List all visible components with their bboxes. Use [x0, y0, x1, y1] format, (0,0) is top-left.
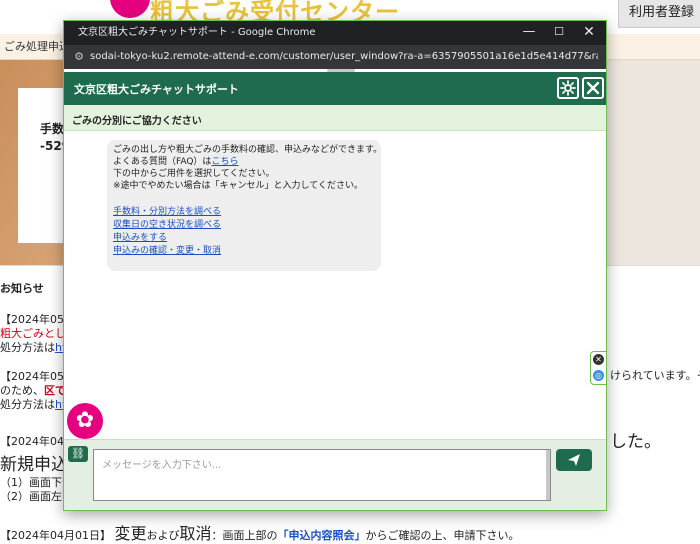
close-icon — [586, 81, 600, 95]
address-url[interactable]: sodai-tokyo-ku2.remote-attend-e.com/cust… — [90, 50, 598, 64]
hero-fee-label: 手数 — [40, 122, 65, 136]
bot-message-line: ※途中でやめたい場合は「キャンセル」と入力してください。 — [113, 181, 364, 191]
chat-title: 文京区粗大ごみチャットサポート — [74, 83, 239, 96]
chat-input-area: ⛓ — [64, 439, 606, 510]
inquiry-link[interactable]: 「申込内容照会」 — [278, 529, 366, 542]
window-close-button[interactable]: ✕ — [574, 21, 604, 45]
bot-message-line: ごみの出し方や粗大ごみの手数料の確認、申込みなどができます。 — [113, 145, 383, 155]
site-info-icon[interactable]: ⚙ — [72, 50, 86, 64]
menu-option-apply[interactable]: 申込みをする — [113, 232, 375, 245]
user-registration-button[interactable]: 利用者登録 — [618, 0, 700, 28]
input-scrollbar[interactable] — [546, 450, 550, 500]
floating-side-tab: ✕ ◎ — [590, 351, 607, 385]
news-line-update: 【2024年04月01日】 変更および取消：画面上部の「申込内容照会」からご確認… — [0, 524, 520, 543]
bot-message-line: よくある質問（FAQ）はこちら — [113, 157, 239, 167]
site-logo-icon — [110, 0, 150, 18]
chat-subtitle: ごみの分別にご協力ください — [72, 116, 202, 127]
flower-icon: ✿ — [75, 408, 95, 433]
hero-photo — [605, 60, 700, 265]
window-titlebar: 文京区粗大ごみチャットサポート - Google Chrome — ☐ ✕ — [64, 21, 606, 45]
send-button[interactable] — [556, 449, 592, 471]
window-title: 文京区粗大ごみチャットサポート - Google Chrome — [78, 27, 316, 38]
bot-message-line: 下の中からご用件を選択してください。 — [113, 169, 275, 179]
chat-message-area: ごみの出し方や粗大ごみの手数料の確認、申込みなどができます。 よくある質問（FA… — [64, 131, 606, 439]
bot-avatar: ✿ — [67, 403, 103, 439]
menu-option-collection-availability[interactable]: 収集日の空き状況を調べる — [113, 219, 375, 232]
attach-button[interactable]: ⛓ — [68, 446, 88, 462]
chat-popup-window: 文京区粗大ごみチャットサポート - Google Chrome — ☐ ✕ ⚙ … — [63, 20, 607, 511]
news-line: 新規申込 — [0, 455, 68, 475]
chat-subheader: ごみの分別にご協力ください — [64, 105, 606, 131]
side-close-icon[interactable]: ✕ — [593, 354, 604, 365]
news-line-fragment: した。 — [610, 432, 661, 452]
gear-icon — [560, 80, 576, 96]
send-icon — [568, 454, 580, 466]
link-icon: ⛓ — [71, 447, 85, 460]
news-line: 処分方法はhtt — [0, 396, 71, 412]
message-input[interactable] — [93, 449, 551, 501]
settings-button[interactable] — [557, 77, 579, 99]
news-line-fragment: けられています。そ — [610, 369, 700, 382]
news-line: 処分方法はhtt — [0, 339, 71, 355]
news-line: （2）画面左 — [0, 490, 62, 503]
news-heading: お知らせ — [0, 282, 44, 295]
chat-close-button[interactable] — [582, 77, 604, 99]
side-chat-icon[interactable]: ◎ — [593, 370, 604, 381]
window-maximize-button[interactable]: ☐ — [544, 21, 574, 45]
menu-option-fee-lookup[interactable]: 手数料・分別方法を調べる — [113, 206, 375, 219]
address-bar[interactable]: ⚙ sodai-tokyo-ku2.remote-attend-e.com/cu… — [64, 45, 606, 69]
chat-header: 文京区粗大ごみチャットサポート — [64, 72, 606, 105]
bot-message-bubble: ごみの出し方や粗大ごみの手数料の確認、申込みなどができます。 よくある質問（FA… — [107, 140, 383, 271]
menu-option-confirm-change-cancel[interactable]: 申込みの確認・変更・取消 — [113, 245, 375, 258]
faq-link[interactable]: こちら — [211, 157, 238, 167]
window-minimize-button[interactable]: — — [514, 21, 544, 45]
